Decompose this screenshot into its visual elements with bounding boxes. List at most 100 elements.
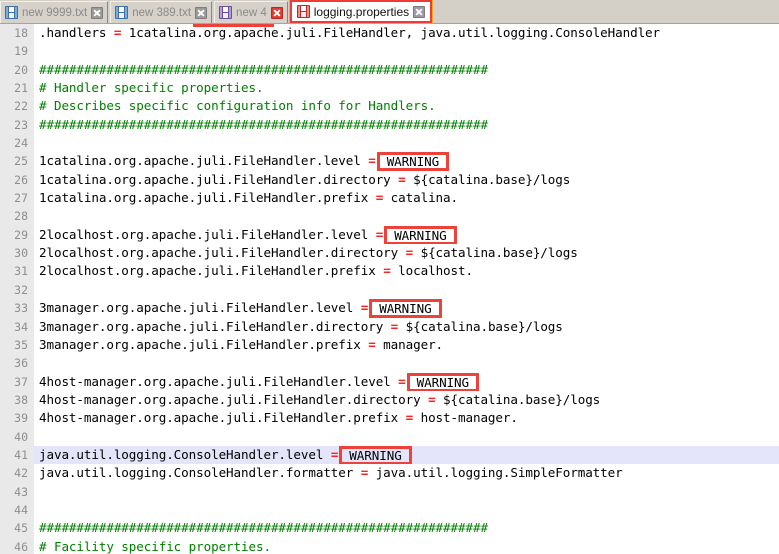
line-number: 39 — [0, 409, 34, 428]
code-text: localhost. — [390, 263, 473, 279]
code-line-text[interactable] — [34, 134, 779, 152]
code-text: 1catalina.org.apache.juli.FileHandler.le… — [39, 153, 369, 169]
code-line[interactable]: 33 3manager.org.apache.juli.FileHandler.l… — [0, 299, 779, 318]
assignment-operator: = — [398, 373, 406, 389]
editor-pane[interactable]: 18 .handlers = 1catalina.org.apache.juli.… — [0, 24, 779, 554]
code-line[interactable]: 18 .handlers = 1catalina.org.apache.juli.… — [0, 24, 779, 43]
code-line[interactable]: 20 ######################################… — [0, 60, 779, 80]
code-line[interactable]: 45 ######################################… — [0, 519, 779, 538]
code-line-text[interactable] — [34, 428, 779, 446]
code-line-text[interactable]: 1catalina.org.apache.juli.FileHandler.pr… — [34, 189, 779, 207]
code-text: 2localhost.org.apache.juli.FileHandler.p… — [39, 263, 384, 279]
line-number: 38 — [0, 390, 34, 410]
editor-tab[interactable]: new 9999.txt — [0, 1, 109, 23]
close-icon[interactable] — [91, 6, 104, 19]
code-text: ${catalina.base}/logs — [435, 391, 601, 407]
code-line[interactable]: 22 # Describes specific configuration inf… — [0, 97, 779, 116]
code-line-text[interactable] — [34, 354, 779, 372]
code-line-text[interactable]: # Handler specific properties. — [34, 79, 779, 97]
assignment-operator: = — [360, 300, 369, 316]
code-line[interactable]: 34 3manager.org.apache.juli.FileHandler.d… — [0, 317, 779, 336]
line-number: 25 — [0, 152, 34, 171]
code-line-text[interactable]: 2localhost.org.apache.juli.FileHandler.p… — [34, 262, 779, 280]
code-line[interactable]: 32 — [0, 280, 779, 300]
code-line[interactable]: 19 — [0, 42, 779, 61]
code-text: java.util.logging.SimpleFormatter — [368, 465, 623, 481]
code-line[interactable]: 23 ######################################… — [0, 115, 779, 135]
close-icon[interactable] — [413, 5, 426, 18]
code-text: 2localhost.org.apache.juli.FileHandler.l… — [39, 226, 376, 242]
code-line[interactable]: 30 2localhost.org.apache.juli.FileHandler… — [0, 244, 779, 263]
code-line[interactable]: 40 — [0, 427, 779, 446]
code-line[interactable]: 27 1catalina.org.apache.juli.FileHandler.… — [0, 189, 779, 208]
editor-tab-label: new 389.txt — [132, 6, 192, 19]
code-line-text[interactable]: # Describes specific configuration info … — [34, 97, 779, 115]
code-line-text[interactable]: 2localhost.org.apache.juli.FileHandler.d… — [34, 244, 779, 262]
code-line[interactable]: 25 1catalina.org.apache.juli.FileHandler.… — [0, 152, 779, 171]
code-line[interactable]: 31 2localhost.org.apache.juli.FileHandler… — [0, 262, 779, 281]
line-number: 46 — [0, 537, 34, 554]
comment-text: # Describes specific configuration info … — [39, 98, 436, 114]
code-line[interactable]: 21 # Handler specific properties. — [0, 79, 779, 98]
code-line-text[interactable]: ########################################… — [34, 61, 779, 79]
code-line-text[interactable]: java.util.logging.ConsoleHandler.formatt… — [34, 464, 779, 482]
code-line-text[interactable] — [34, 501, 779, 519]
code-line-text[interactable]: 3manager.org.apache.juli.FileHandler.lev… — [34, 299, 779, 318]
code-line[interactable]: 44 — [0, 500, 779, 520]
code-line[interactable]: 35 3manager.org.apache.juli.FileHandler.p… — [0, 335, 779, 355]
code-line[interactable]: 38 4host-manager.org.apache.juli.FileHand… — [0, 390, 779, 410]
assignment-operator: = — [368, 153, 376, 169]
code-line-text[interactable] — [34, 281, 779, 299]
code-line[interactable]: 36 — [0, 354, 779, 373]
code-line-text[interactable]: ########################################… — [34, 116, 779, 134]
code-line[interactable]: 26 1catalina.org.apache.juli.FileHandler.… — [0, 170, 779, 190]
code-line-text[interactable] — [34, 207, 779, 225]
code-text: 3manager.org.apache.juli.FileHandler.pre… — [39, 336, 369, 352]
close-icon[interactable] — [195, 6, 208, 19]
comment-text: ########################################… — [39, 116, 488, 132]
code-area[interactable]: 18 .handlers = 1catalina.org.apache.juli.… — [0, 24, 779, 554]
code-line-text[interactable]: java.util.logging.ConsoleHandler.level =… — [34, 445, 779, 465]
code-line-text[interactable] — [34, 483, 779, 501]
code-line-text[interactable] — [34, 42, 779, 60]
code-line-text[interactable]: ########################################… — [34, 519, 779, 537]
code-text: 4host-manager.org.apache.juli.FileHandle… — [39, 373, 399, 389]
line-number: 19 — [0, 42, 34, 61]
line-number: 37 — [0, 372, 34, 391]
editor-tab-label: logging.properties — [313, 4, 410, 19]
editor-tab[interactable]: new 389.txt — [110, 1, 213, 23]
editor-tab-bar: new 9999.txt new 389.txt new 4 logging.prop… — [0, 0, 779, 24]
code-line-text[interactable]: 4host-manager.org.apache.juli.FileHandle… — [34, 391, 779, 409]
code-line-text[interactable]: 1catalina.org.apache.juli.FileHandler.di… — [34, 171, 779, 189]
editor-tab-active[interactable]: logging.properties — [288, 0, 434, 24]
line-number: 27 — [0, 189, 34, 208]
code-line-text[interactable]: 3manager.org.apache.juli.FileHandler.dir… — [34, 318, 779, 336]
line-number: 28 — [0, 207, 34, 226]
code-text: java.util.logging.ConsoleHandler.formatt… — [39, 465, 361, 481]
close-icon[interactable] — [270, 6, 283, 19]
code-line-current[interactable]: 41 java.util.logging.ConsoleHandler.level… — [0, 445, 779, 465]
code-line[interactable]: 24 — [0, 134, 779, 153]
line-number: 30 — [0, 244, 34, 263]
code-line-text[interactable]: .handlers = 1catalina.org.apache.juli.Fi… — [34, 24, 779, 42]
notepadpp-window: new 9999.txt new 389.txt new 4 logging.prop… — [0, 0, 779, 554]
code-line[interactable]: 46 # Facility specific properties. — [0, 537, 779, 554]
code-line[interactable]: 29 2localhost.org.apache.juli.FileHandler… — [0, 225, 779, 245]
code-line-text[interactable]: 4host-manager.org.apache.juli.FileHandle… — [34, 409, 779, 427]
code-line[interactable]: 43 — [0, 482, 779, 501]
assignment-operator: = — [405, 410, 414, 426]
code-line[interactable]: 28 — [0, 207, 779, 226]
code-line[interactable]: 37 4host-manager.org.apache.juli.FileHand… — [0, 372, 779, 391]
code-text: ${catalina.base}/logs — [398, 318, 563, 334]
code-line[interactable]: 42 java.util.logging.ConsoleHandler.forma… — [0, 464, 779, 483]
code-line-text[interactable]: 3manager.org.apache.juli.FileHandler.pre… — [34, 336, 779, 354]
line-number: 41 — [0, 445, 34, 465]
code-line-text[interactable]: # Facility specific properties. — [34, 538, 779, 554]
code-line-text[interactable]: 4host-manager.org.apache.juli.FileHandle… — [34, 372, 779, 391]
code-line-text[interactable]: 2localhost.org.apache.juli.FileHandler.l… — [34, 225, 779, 245]
editor-tab[interactable]: new 4 — [214, 1, 288, 23]
code-line[interactable]: 39 4host-manager.org.apache.juli.FileHand… — [0, 409, 779, 428]
code-line-text[interactable]: 1catalina.org.apache.juli.FileHandler.le… — [34, 152, 779, 171]
code-text: java.util.logging.ConsoleHandler.level — [39, 446, 331, 462]
line-number: 40 — [0, 427, 34, 446]
